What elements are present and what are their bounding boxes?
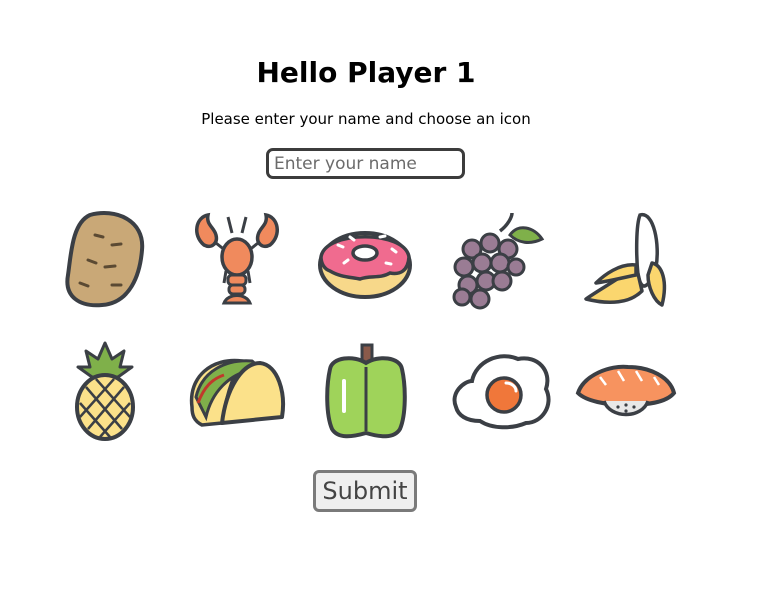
potato-icon — [65, 211, 145, 308]
icon-option-fried-egg[interactable] — [448, 337, 558, 447]
bell-pepper-icon — [325, 343, 407, 439]
icon-option-potato[interactable] — [50, 205, 160, 315]
fried-egg-icon — [452, 354, 551, 430]
grapes-icon — [452, 212, 545, 310]
icon-option-pineapple[interactable] — [50, 337, 160, 447]
sushi-icon — [575, 364, 677, 417]
icon-option-taco[interactable] — [182, 337, 292, 447]
icon-option-donut[interactable] — [310, 205, 420, 315]
instructions-text: Please enter your name and choose an ico… — [201, 110, 531, 128]
page-title: Hello Player 1 — [256, 56, 476, 89]
banana-icon — [584, 213, 667, 307]
donut-icon — [318, 231, 412, 299]
icon-option-bell-pepper[interactable] — [310, 337, 420, 447]
icon-option-banana[interactable] — [570, 205, 680, 315]
pineapple-icon — [75, 341, 135, 441]
lobster-icon — [195, 212, 279, 305]
submit-button[interactable]: Submit — [313, 470, 417, 512]
icon-option-grapes[interactable] — [438, 205, 548, 315]
name-input[interactable] — [266, 148, 465, 179]
icon-option-lobster[interactable] — [182, 205, 292, 315]
taco-icon — [189, 358, 285, 427]
icon-option-sushi[interactable] — [570, 337, 680, 447]
